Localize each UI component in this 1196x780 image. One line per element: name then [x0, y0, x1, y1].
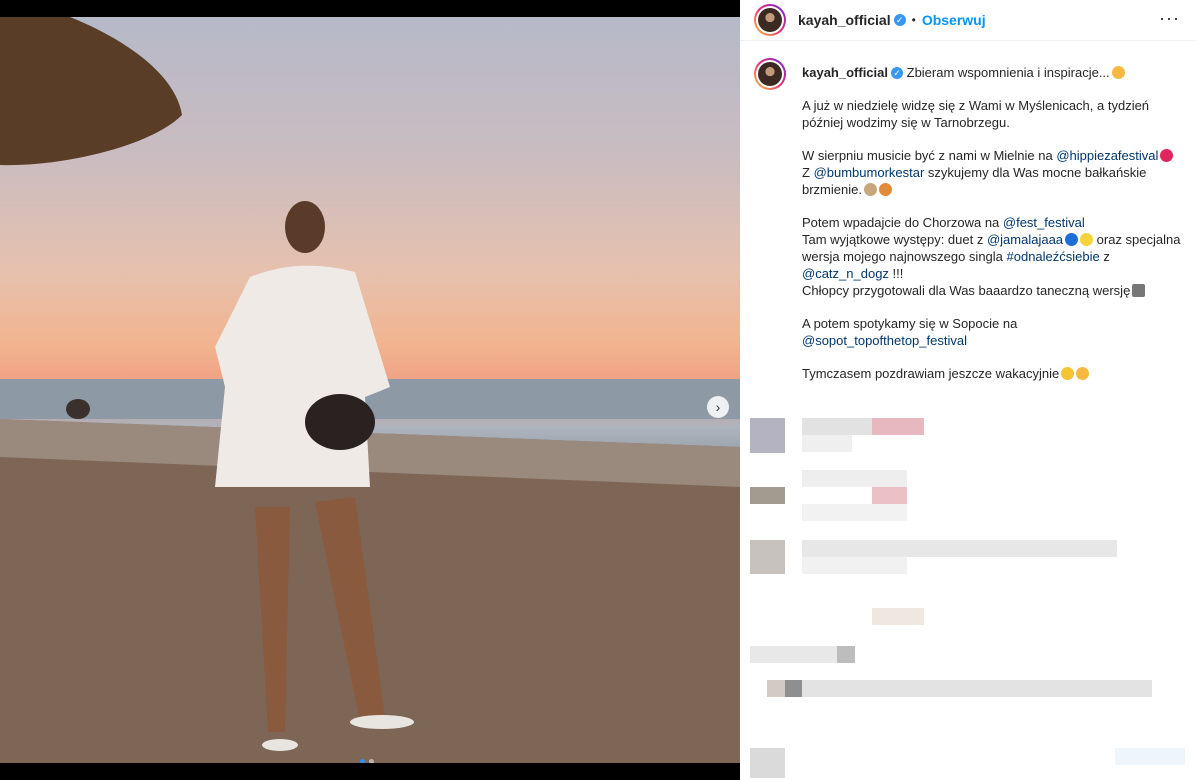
carousel-dot — [369, 759, 374, 763]
mention-link[interactable]: @jamalajaaa — [987, 232, 1063, 247]
verified-badge-icon: ✓ — [891, 67, 903, 79]
winking-face-icon — [1076, 367, 1090, 380]
follow-button[interactable]: Obserwuj — [922, 12, 986, 28]
post-sidebar: kayah_official ✓ • Obserwuj ··· kayah_of… — [740, 0, 1196, 780]
caption-paragraph: Potem wpadajcie do Chorzowa na @fest_fes… — [802, 215, 1181, 298]
caption-paragraph: A potem spotykamy się w Sopocie na @sopot… — [802, 316, 1018, 348]
mention-link[interactable]: @bumbumorkestar — [814, 165, 925, 180]
mention-link[interactable]: @catz_n_dogz — [802, 266, 889, 281]
next-image-button[interactable]: › — [707, 396, 729, 418]
verified-badge-icon: ✓ — [893, 14, 906, 26]
post-photo: › — [0, 17, 740, 763]
hashtag-link[interactable]: #odnaleźćsiebie — [1007, 249, 1100, 264]
sun-icon — [1061, 367, 1075, 380]
owl-icon — [863, 183, 877, 196]
trumpet-icon — [878, 183, 892, 196]
yellow-heart-icon — [1080, 233, 1094, 246]
smiling-face-icon — [1111, 66, 1125, 79]
caption-headline: Zbieram wspomnienia i inspiracje... — [906, 65, 1110, 80]
caption-paragraph: Tymczasem pozdrawiam jeszcze wakacyjnie — [802, 365, 1182, 382]
more-options-icon[interactable]: ··· — [1159, 8, 1180, 29]
caption-paragraph: W sierpniu musicie być z nami w Mielnie … — [802, 147, 1182, 198]
mention-link[interactable]: @fest_festival — [1003, 215, 1085, 230]
caption-paragraph: A już w niedzielę widzę się z Wami w Myś… — [802, 98, 1150, 130]
blue-heart-icon — [1065, 233, 1079, 246]
mention-link[interactable]: @sopot_topofthetop_festival — [802, 333, 967, 348]
gif-icon — [1132, 284, 1146, 297]
carousel-dots — [360, 759, 374, 763]
avatar[interactable] — [754, 4, 786, 36]
separator-dot: • — [911, 13, 916, 27]
username-link[interactable]: kayah_official — [798, 12, 891, 28]
beach-scene — [0, 17, 740, 763]
heart-icon — [1160, 149, 1174, 162]
carousel-dot-active — [360, 759, 365, 763]
caption-avatar[interactable] — [754, 58, 786, 90]
mention-link[interactable]: @hippiezafestival — [1056, 148, 1158, 163]
caption-username[interactable]: kayah_official — [802, 65, 888, 80]
post-header: kayah_official ✓ • Obserwuj ··· — [740, 0, 1196, 41]
